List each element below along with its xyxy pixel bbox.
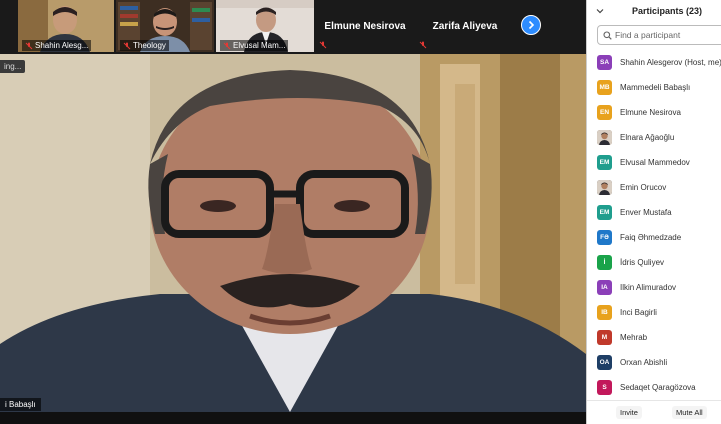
- avatar: IA: [597, 280, 612, 295]
- participant-name: Sedaqet Qaragözova: [620, 383, 696, 392]
- participant-row[interactable]: OA Orxan Abishli: [587, 350, 721, 375]
- participant-row[interactable]: S Sedaqet Qaragözova: [587, 375, 721, 400]
- avatar: OA: [597, 355, 612, 370]
- participant-name: Inci Bagirli: [620, 308, 657, 317]
- participant-name: Emin Orucov: [620, 183, 667, 192]
- participant-name: Enver Mustafa: [620, 208, 672, 217]
- participant-name: Orxan Abishli: [620, 358, 668, 367]
- participant-row[interactable]: İ İdris Quliyev: [587, 250, 721, 275]
- mic-muted-icon: [319, 41, 327, 49]
- participant-label: Elvusal Mam...: [220, 40, 289, 51]
- panel-footer: Invite Mute All: [587, 400, 721, 424]
- participant-list: SA Shahin Alesgerov (Host, me) MB Mammedeli…: [587, 50, 721, 400]
- participant-name: Faiq Əhmedzade: [620, 233, 682, 242]
- search-icon: [603, 30, 612, 40]
- participant-row[interactable]: EM Enver Mustafa: [587, 200, 721, 225]
- participant-row[interactable]: MB Mammedeli Babaşlı: [587, 75, 721, 100]
- participant-name: Elvusal Mammedov: [620, 158, 690, 167]
- avatar: İ: [597, 255, 612, 270]
- participant-row[interactable]: Elnara Ağaoğlu: [587, 125, 721, 150]
- participant-name: Elmune Nesirova: [620, 108, 681, 117]
- participant-name: Elnara Ağaoğlu: [620, 133, 675, 142]
- avatar: FƏ: [597, 230, 612, 245]
- participant-name: Shahin Alesg...: [35, 41, 89, 50]
- thumbnail-strip: Shahin Alesg... Theology Elvusal Mam... …: [0, 0, 586, 52]
- video-thumbnail[interactable]: Shahin Alesg...: [18, 0, 114, 52]
- avatar: IB: [597, 305, 612, 320]
- video-thumbnail[interactable]: Theology: [116, 0, 214, 52]
- recording-label: ing...: [0, 60, 26, 73]
- avatar: EM: [597, 205, 612, 220]
- chevron-down-icon[interactable]: [596, 7, 604, 15]
- chevron-right-icon: [528, 20, 535, 30]
- avatar: SA: [597, 55, 612, 70]
- avatar: [597, 130, 612, 145]
- participant-row[interactable]: SA Shahin Alesgerov (Host, me): [587, 50, 721, 75]
- participant-row[interactable]: EM Elvusal Mammedov: [587, 150, 721, 175]
- profile-photo: [597, 130, 612, 145]
- zoom-meeting-window: Shahin Alesg... Theology Elvusal Mam... …: [0, 0, 721, 424]
- participants-panel: Participants (23) SA Shahin Alesgerov (Ho…: [586, 0, 721, 424]
- panel-title: Participants (23): [632, 6, 703, 16]
- participant-row[interactable]: IA Ilkin Alimuradov: [587, 275, 721, 300]
- active-speaker-video[interactable]: [0, 54, 586, 412]
- participant-name: Mammedeli Babaşlı: [620, 83, 691, 92]
- meeting-toolbar: [0, 412, 586, 424]
- avatar: M: [597, 330, 612, 345]
- participant-row[interactable]: IB Inci Bagirli: [587, 300, 721, 325]
- participant-name: Elmune Nesirova: [324, 20, 406, 32]
- meeting-area: Shahin Alesg... Theology Elvusal Mam... …: [0, 0, 586, 424]
- participant-name: Zarifa Aliyeva: [432, 20, 498, 32]
- avatar: S: [597, 380, 612, 395]
- participant-row[interactable]: Emin Orucov: [587, 175, 721, 200]
- invite-button[interactable]: Invite: [616, 406, 642, 419]
- avatar: MB: [597, 80, 612, 95]
- participant-row[interactable]: EN Elmune Nesirova: [587, 100, 721, 125]
- next-page-button[interactable]: [521, 15, 541, 35]
- participant-label: Shahin Alesg...: [22, 40, 92, 51]
- participant-label: Theology: [120, 40, 169, 51]
- profile-photo: [597, 180, 612, 195]
- video-feed: [0, 54, 586, 412]
- participant-name: Shahin Alesgerov (Host, me): [620, 58, 721, 67]
- video-thumbnail[interactable]: Elvusal Mam...: [216, 0, 314, 52]
- participant-name: Theology: [133, 41, 166, 50]
- active-speaker-name: i Babaşlı: [0, 398, 41, 411]
- participant-name: Elvusal Mam...: [233, 41, 286, 50]
- participant-search[interactable]: [597, 25, 721, 45]
- video-off-tile[interactable]: Zarifa Aliyeva: [416, 0, 514, 52]
- participant-name: Mehrab: [620, 333, 648, 342]
- mic-muted-icon: [25, 42, 33, 49]
- mic-muted-icon: [123, 42, 131, 49]
- participant-row[interactable]: FƏ Faiq Əhmedzade: [587, 225, 721, 250]
- search-input[interactable]: [615, 30, 715, 40]
- mute-all-button[interactable]: Mute All: [672, 406, 707, 419]
- participant-name: Ilkin Alimuradov: [620, 283, 677, 292]
- avatar: EN: [597, 105, 612, 120]
- participant-row[interactable]: M Mehrab: [587, 325, 721, 350]
- video-off-tile[interactable]: Elmune Nesirova: [316, 0, 414, 52]
- participant-name: İdris Quliyev: [620, 258, 665, 267]
- avatar: [597, 180, 612, 195]
- mic-muted-icon: [223, 42, 231, 49]
- mic-muted-icon: [419, 41, 427, 49]
- avatar: EM: [597, 155, 612, 170]
- panel-header: Participants (23): [587, 0, 721, 22]
